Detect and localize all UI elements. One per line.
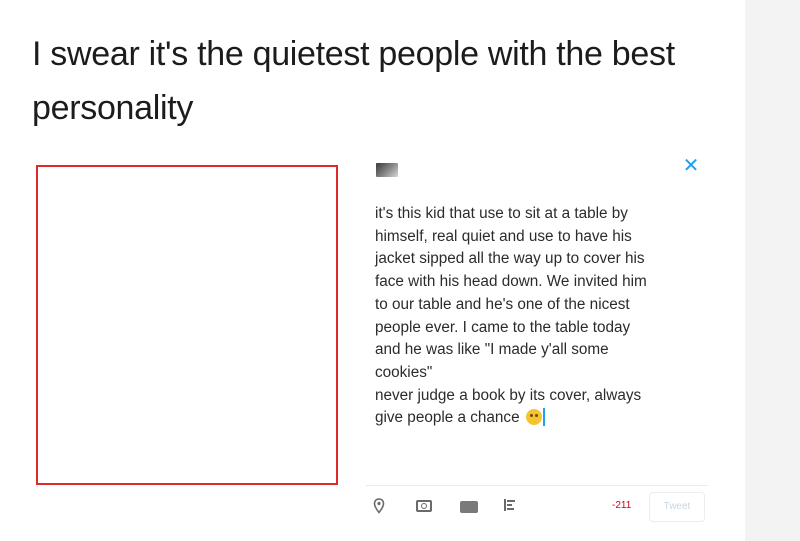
text-caret (542, 408, 545, 427)
grinning-face-emoji-icon (525, 409, 542, 426)
gif-icon[interactable] (458, 498, 480, 516)
compose-toolbar: -211 Tweet (366, 485, 708, 528)
tweet-text: it's this kid that use to sit at a table… (375, 205, 647, 427)
camera-icon[interactable] (414, 498, 434, 516)
photo-placeholder (36, 165, 338, 485)
avatar[interactable] (376, 163, 398, 177)
character-count: -211 (612, 500, 632, 511)
tweet-text-area[interactable]: it's this kid that use to sit at a table… (375, 203, 705, 430)
right-margin (745, 0, 800, 541)
meme-headline: I swear it's the quietest people with th… (32, 35, 675, 127)
tweet-compose-panel: ✕ it's this kid that use to sit at a tab… (366, 147, 708, 527)
poll-icon[interactable] (501, 498, 519, 516)
close-icon[interactable]: ✕ (680, 155, 702, 177)
tweet-button[interactable]: Tweet (649, 492, 705, 522)
location-pin-icon[interactable] (372, 498, 386, 516)
